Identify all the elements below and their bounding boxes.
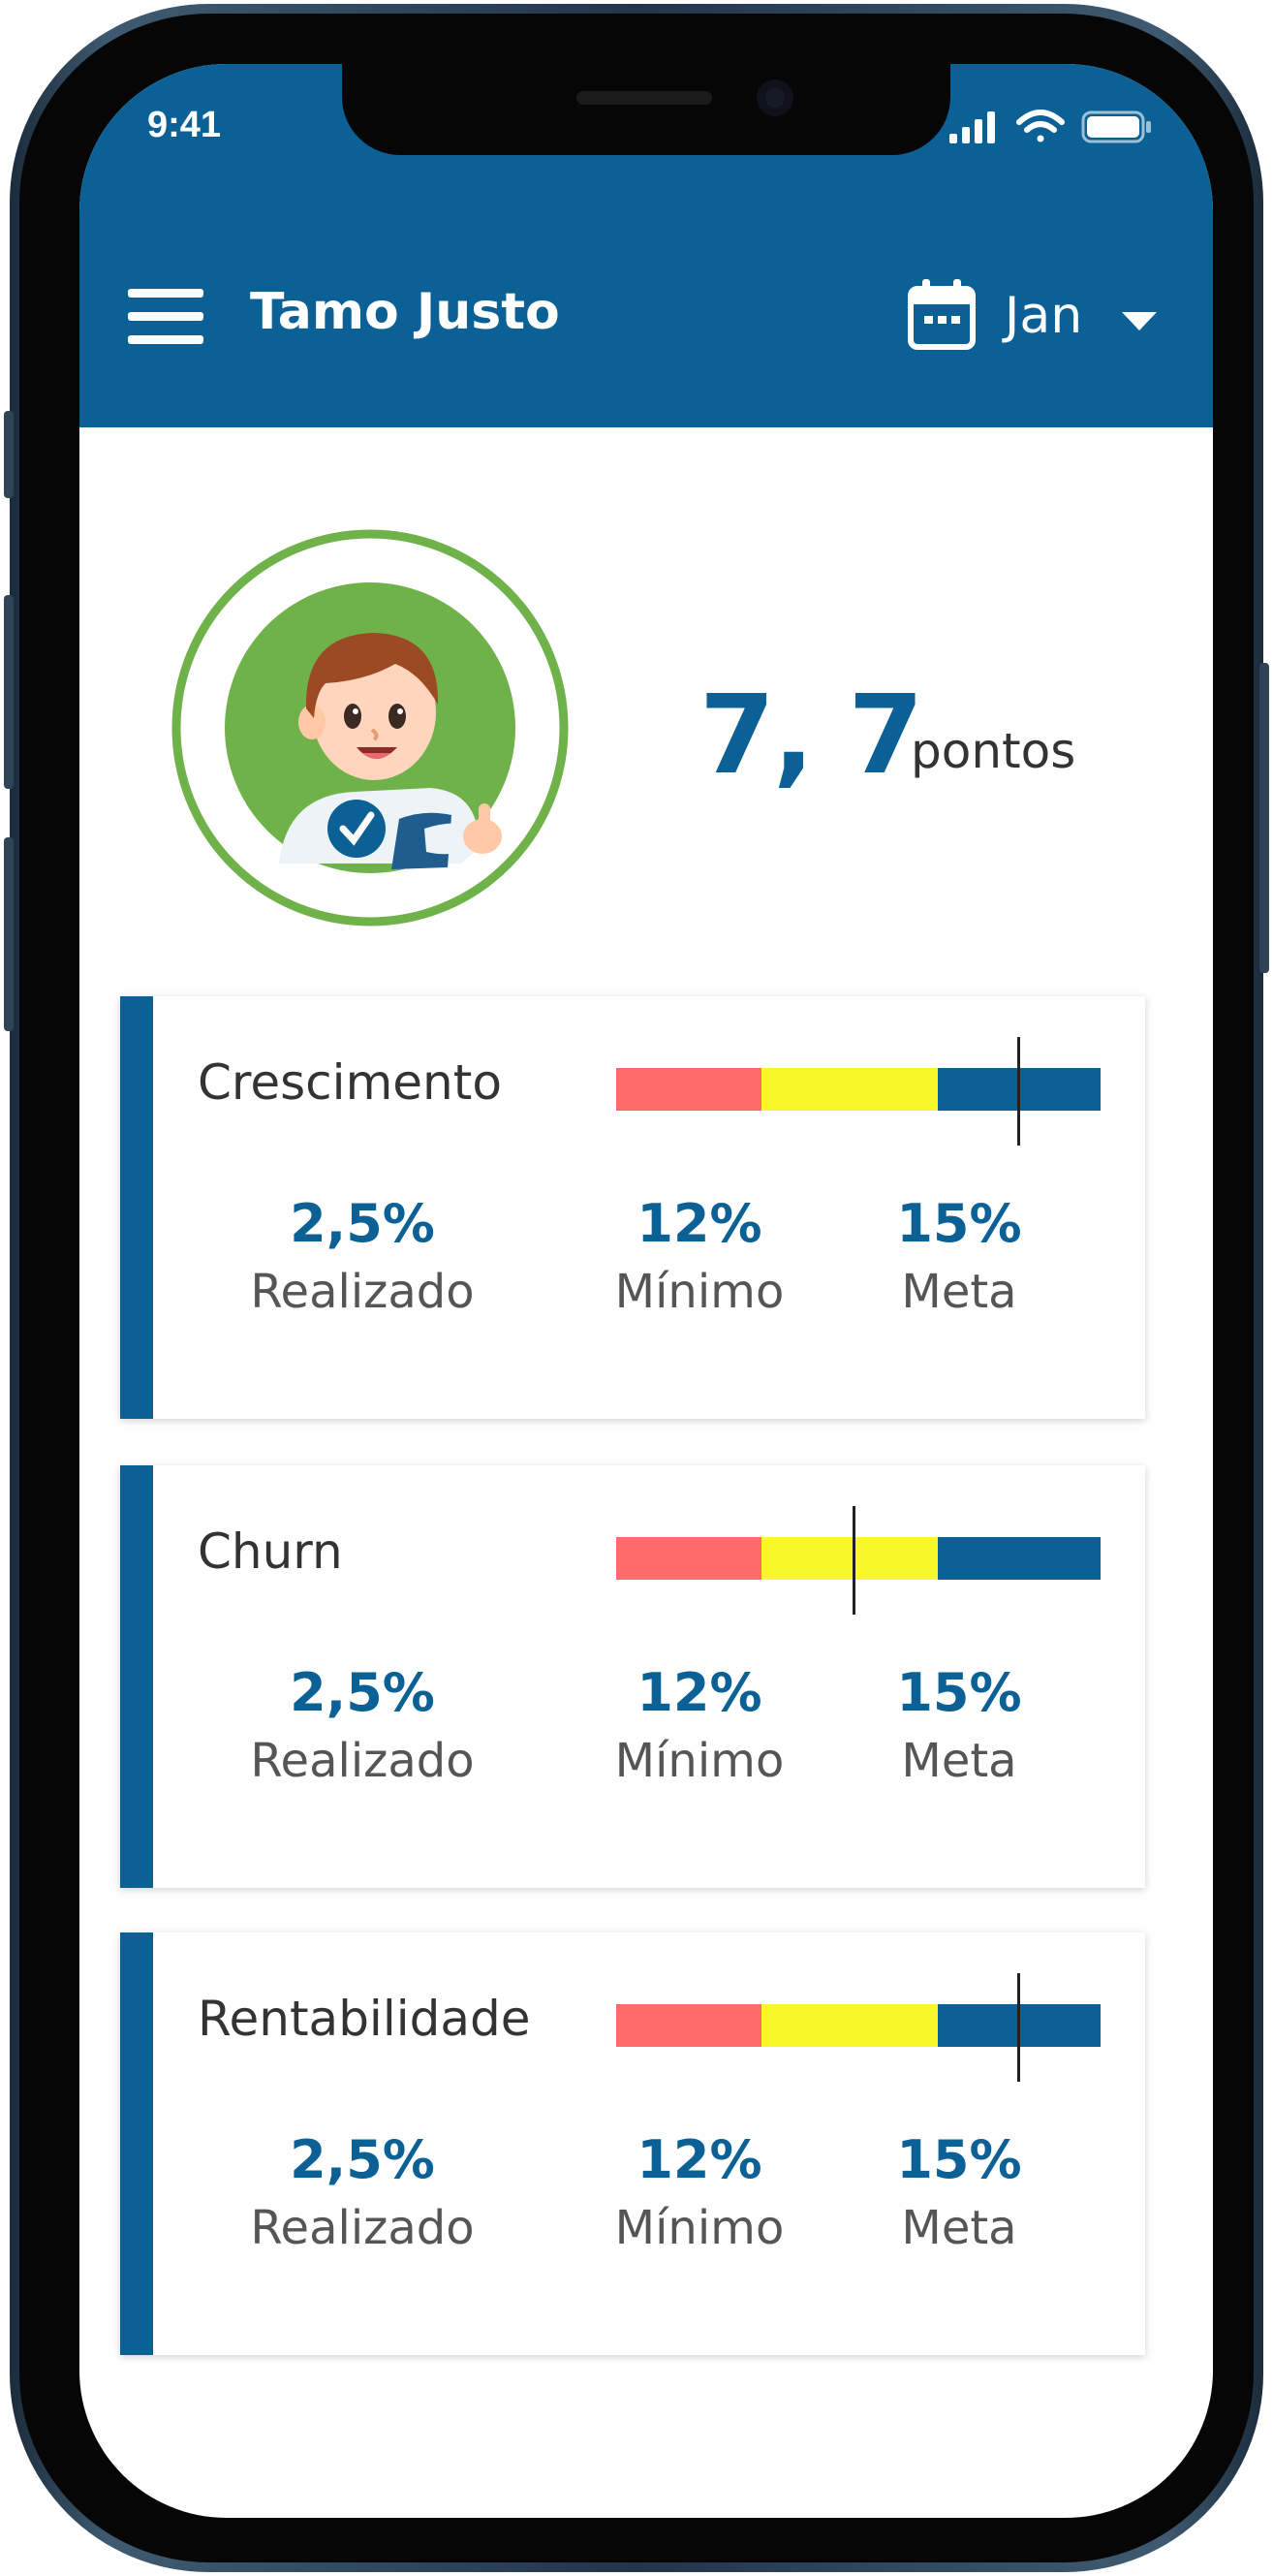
stat-label: Meta	[901, 1734, 1017, 1788]
range-bar	[616, 1973, 1101, 2082]
stat-minimo: 12% Mínimo	[554, 1194, 845, 1330]
month-selector[interactable]: Jan	[1005, 287, 1082, 345]
signal-icon	[949, 111, 995, 143]
stat-meta: 15% Meta	[814, 1663, 1104, 1799]
range-bar	[616, 1037, 1101, 1146]
stat-value: 15%	[896, 1662, 1022, 1723]
stat-label: Realizado	[250, 1734, 475, 1788]
menu-button[interactable]	[128, 289, 203, 345]
stat-label: Mínimo	[614, 1734, 785, 1788]
stat-meta: 15% Meta	[814, 1194, 1104, 1330]
range-minimum-segment	[761, 1537, 938, 1580]
app-title: Tamo Justo	[250, 283, 560, 341]
app-screen: 9:41 Tamo Justo Jan 7, 7 pontos Crescime…	[79, 64, 1213, 2518]
mascot-avatar	[171, 529, 569, 927]
metric-title: Rentabilidade	[198, 1991, 531, 2047]
range-minimum-segment	[761, 2004, 938, 2047]
stat-value: 2,5%	[290, 2129, 435, 2190]
range-marker	[1017, 1973, 1020, 2082]
range-goal-segment	[938, 1537, 1101, 1580]
stat-value: 2,5%	[290, 1193, 435, 1254]
card-accent	[120, 1465, 153, 1888]
status-time: 9:41	[147, 105, 222, 145]
phone-frame: 9:41 Tamo Justo Jan 7, 7 pontos Crescime…	[4, 4, 1269, 2572]
card-accent	[120, 996, 153, 1419]
front-camera	[757, 79, 793, 116]
stat-label: Mínimo	[614, 1265, 785, 1319]
range-minimum-segment	[761, 1068, 938, 1111]
metric-card-churn[interactable]: Churn 2,5% Realizado 12% Mínimo 15% Meta	[120, 1465, 1145, 1888]
stat-label: Mínimo	[614, 2201, 785, 2255]
metric-card-rentabilidade[interactable]: Rentabilidade 2,5% Realizado 12% Mínimo …	[120, 1932, 1145, 2355]
stat-minimo: 12% Mínimo	[554, 1663, 845, 1799]
calendar-icon[interactable]	[908, 279, 976, 351]
score-value: 7, 7	[699, 673, 923, 799]
stat-realizado: 2,5% Realizado	[217, 1194, 508, 1330]
metric-title: Crescimento	[198, 1054, 502, 1111]
range-bar	[616, 1506, 1101, 1615]
power-button	[1259, 663, 1269, 973]
range-below-segment	[616, 1068, 761, 1111]
stat-realizado: 2,5% Realizado	[217, 1663, 508, 1799]
range-marker	[853, 1506, 855, 1615]
stat-label: Realizado	[250, 2201, 475, 2255]
stat-realizado: 2,5% Realizado	[217, 2130, 508, 2266]
wifi-icon	[1016, 110, 1065, 142]
battery-icon	[1081, 110, 1151, 143]
range-below-segment	[616, 1537, 761, 1580]
volume-up-button	[4, 595, 14, 789]
device-notch	[342, 64, 950, 155]
status-icons	[949, 110, 1151, 143]
volume-down-button	[4, 837, 14, 1031]
range-marker	[1017, 1037, 1020, 1146]
mute-switch	[4, 411, 14, 498]
range-below-segment	[616, 2004, 761, 2047]
stat-value: 12%	[636, 1662, 762, 1723]
stat-minimo: 12% Mínimo	[554, 2130, 845, 2266]
score-unit: pontos	[911, 723, 1076, 779]
metric-card-crescimento[interactable]: Crescimento 2,5% Realizado 12% Mínimo 15…	[120, 996, 1145, 1419]
card-accent	[120, 1932, 153, 2355]
stat-label: Realizado	[250, 1265, 475, 1319]
chevron-down-icon[interactable]	[1122, 312, 1157, 330]
stat-value: 12%	[636, 1193, 762, 1254]
menu-icon-bar	[128, 289, 203, 298]
metric-title: Churn	[198, 1524, 343, 1580]
stat-value: 15%	[896, 2129, 1022, 2190]
stat-value: 15%	[896, 1193, 1022, 1254]
stat-label: Meta	[901, 1265, 1017, 1319]
speaker-grille	[576, 91, 712, 105]
stat-value: 2,5%	[290, 1662, 435, 1723]
stat-meta: 15% Meta	[814, 2130, 1104, 2266]
menu-icon-bar	[128, 312, 203, 321]
stat-value: 12%	[636, 2129, 762, 2190]
stat-label: Meta	[901, 2201, 1017, 2255]
menu-icon-bar	[128, 335, 203, 344]
